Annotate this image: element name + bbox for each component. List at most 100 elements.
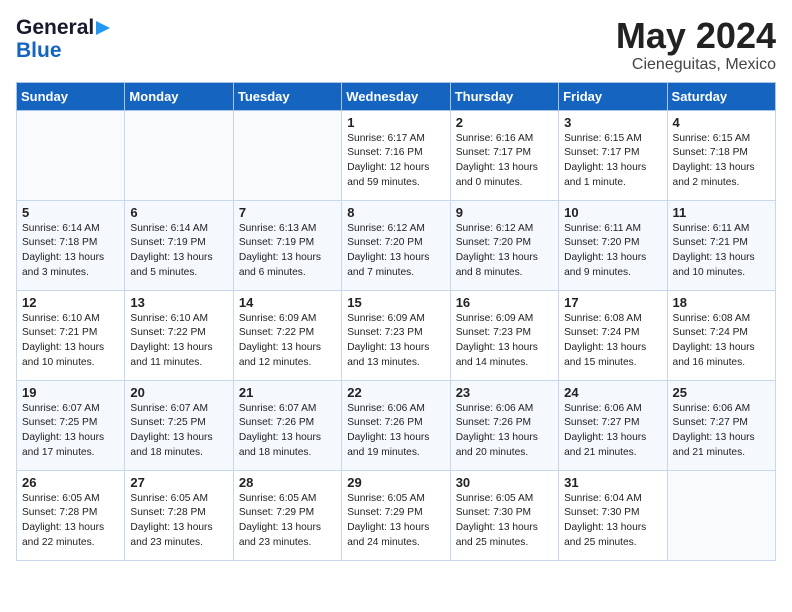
day-info: Sunrise: 6:07 AMSunset: 7:26 PMDaylight:… [239,402,336,461]
day-number: 26 [22,475,119,490]
day-number: 21 [239,385,336,400]
page-header: General Blue May 2024 Cieneguitas, Mexic… [16,16,776,74]
day-number: 9 [456,205,553,220]
calendar-cell: 17 Sunrise: 6:08 AMSunset: 7:24 PMDayligh… [559,290,667,380]
calendar-cell: 29 Sunrise: 6:05 AMSunset: 7:29 PMDayligh… [342,470,450,560]
day-number: 24 [564,385,661,400]
calendar-cell: 3 Sunrise: 6:15 AMSunset: 7:17 PMDaylight… [559,110,667,200]
col-header-tuesday: Tuesday [233,82,341,110]
calendar-cell [233,110,341,200]
day-info: Sunrise: 6:07 AMSunset: 7:25 PMDaylight:… [22,402,119,461]
day-number: 27 [130,475,227,490]
logo-arrow-icon [96,19,114,37]
day-info: Sunrise: 6:12 AMSunset: 7:20 PMDaylight:… [456,222,553,281]
day-info: Sunrise: 6:07 AMSunset: 7:25 PMDaylight:… [130,402,227,461]
calendar-cell: 1 Sunrise: 6:17 AMSunset: 7:16 PMDaylight… [342,110,450,200]
col-header-monday: Monday [125,82,233,110]
day-info: Sunrise: 6:13 AMSunset: 7:19 PMDaylight:… [239,222,336,281]
calendar-table: SundayMondayTuesdayWednesdayThursdayFrid… [16,82,776,561]
day-info: Sunrise: 6:06 AMSunset: 7:27 PMDaylight:… [673,402,770,461]
calendar-cell: 24 Sunrise: 6:06 AMSunset: 7:27 PMDayligh… [559,380,667,470]
calendar-cell: 30 Sunrise: 6:05 AMSunset: 7:30 PMDayligh… [450,470,558,560]
calendar-cell [125,110,233,200]
day-info: Sunrise: 6:05 AMSunset: 7:30 PMDaylight:… [456,492,553,551]
calendar-cell: 6 Sunrise: 6:14 AMSunset: 7:19 PMDaylight… [125,200,233,290]
day-number: 5 [22,205,119,220]
day-info: Sunrise: 6:14 AMSunset: 7:19 PMDaylight:… [130,222,227,281]
day-info: Sunrise: 6:08 AMSunset: 7:24 PMDaylight:… [673,312,770,371]
day-info: Sunrise: 6:12 AMSunset: 7:20 PMDaylight:… [347,222,444,281]
day-number: 2 [456,115,553,130]
calendar-cell: 14Sunrise: 6:09 AMSunset: 7:22 PMDayligh… [233,290,341,380]
day-info: Sunrise: 6:09 AMSunset: 7:23 PMDaylight:… [347,312,444,371]
logo: General Blue [16,16,114,62]
calendar-cell [667,470,775,560]
day-number: 6 [130,205,227,220]
calendar-cell: 23 Sunrise: 6:06 AMSunset: 7:26 PMDayligh… [450,380,558,470]
day-info: Sunrise: 6:11 AMSunset: 7:20 PMDaylight:… [564,222,661,281]
day-info: Sunrise: 6:05 AMSunset: 7:28 PMDaylight:… [22,492,119,551]
calendar-cell: 4 Sunrise: 6:15 AMSunset: 7:18 PMDaylight… [667,110,775,200]
day-info: Sunrise: 6:15 AMSunset: 7:18 PMDaylight:… [673,132,770,191]
day-number: 3 [564,115,661,130]
day-info: Sunrise: 6:06 AMSunset: 7:27 PMDaylight:… [564,402,661,461]
day-number: 15 [347,295,444,310]
day-number: 14 [239,295,336,310]
calendar-cell: 2 Sunrise: 6:16 AMSunset: 7:17 PMDaylight… [450,110,558,200]
day-number: 10 [564,205,661,220]
calendar-cell: 13 Sunrise: 6:10 AMSunset: 7:22 PMDayligh… [125,290,233,380]
calendar-cell: 15 Sunrise: 6:09 AMSunset: 7:23 PMDayligh… [342,290,450,380]
day-number: 25 [673,385,770,400]
calendar-cell: 11Sunrise: 6:11 AMSunset: 7:21 PMDayligh… [667,200,775,290]
calendar-cell: 26 Sunrise: 6:05 AMSunset: 7:28 PMDayligh… [17,470,125,560]
calendar-cell: 10 Sunrise: 6:11 AMSunset: 7:20 PMDayligh… [559,200,667,290]
day-number: 20 [130,385,227,400]
month-year-title: May 2024 [616,16,776,56]
day-info: Sunrise: 6:17 AMSunset: 7:16 PMDaylight:… [347,132,444,191]
calendar-cell: 12Sunrise: 6:10 AMSunset: 7:21 PMDayligh… [17,290,125,380]
calendar-cell: 25 Sunrise: 6:06 AMSunset: 7:27 PMDayligh… [667,380,775,470]
calendar-cell: 9 Sunrise: 6:12 AMSunset: 7:20 PMDaylight… [450,200,558,290]
day-number: 13 [130,295,227,310]
logo-general-text: General [16,16,94,39]
day-number: 4 [673,115,770,130]
day-number: 16 [456,295,553,310]
day-info: Sunrise: 6:04 AMSunset: 7:30 PMDaylight:… [564,492,661,551]
col-header-thursday: Thursday [450,82,558,110]
day-info: Sunrise: 6:08 AMSunset: 7:24 PMDaylight:… [564,312,661,371]
calendar-cell: 8 Sunrise: 6:12 AMSunset: 7:20 PMDaylight… [342,200,450,290]
day-number: 11 [673,205,770,220]
day-number: 28 [239,475,336,490]
day-number: 7 [239,205,336,220]
day-number: 31 [564,475,661,490]
calendar-cell: 28Sunrise: 6:05 AMSunset: 7:29 PMDayligh… [233,470,341,560]
calendar-cell: 18 Sunrise: 6:08 AMSunset: 7:24 PMDayligh… [667,290,775,380]
calendar-cell: 21 Sunrise: 6:07 AMSunset: 7:26 PMDayligh… [233,380,341,470]
calendar-cell: 27Sunrise: 6:05 AMSunset: 7:28 PMDayligh… [125,470,233,560]
day-info: Sunrise: 6:16 AMSunset: 7:17 PMDaylight:… [456,132,553,191]
title-block: May 2024 Cieneguitas, Mexico [616,16,776,74]
day-number: 29 [347,475,444,490]
day-number: 8 [347,205,444,220]
day-info: Sunrise: 6:15 AMSunset: 7:17 PMDaylight:… [564,132,661,191]
day-number: 23 [456,385,553,400]
col-header-saturday: Saturday [667,82,775,110]
day-number: 19 [22,385,119,400]
logo-blue-text: Blue [16,39,62,62]
day-number: 1 [347,115,444,130]
day-info: Sunrise: 6:10 AMSunset: 7:22 PMDaylight:… [130,312,227,371]
day-info: Sunrise: 6:05 AMSunset: 7:29 PMDaylight:… [347,492,444,551]
day-number: 17 [564,295,661,310]
calendar-cell: 20 Sunrise: 6:07 AMSunset: 7:25 PMDayligh… [125,380,233,470]
day-number: 22 [347,385,444,400]
day-info: Sunrise: 6:09 AMSunset: 7:23 PMDaylight:… [456,312,553,371]
calendar-cell: 22 Sunrise: 6:06 AMSunset: 7:26 PMDayligh… [342,380,450,470]
day-info: Sunrise: 6:06 AMSunset: 7:26 PMDaylight:… [456,402,553,461]
day-number: 18 [673,295,770,310]
day-info: Sunrise: 6:14 AMSunset: 7:18 PMDaylight:… [22,222,119,281]
calendar-cell [17,110,125,200]
location-subtitle: Cieneguitas, Mexico [616,56,776,74]
day-number: 30 [456,475,553,490]
day-info: Sunrise: 6:06 AMSunset: 7:26 PMDaylight:… [347,402,444,461]
col-header-wednesday: Wednesday [342,82,450,110]
